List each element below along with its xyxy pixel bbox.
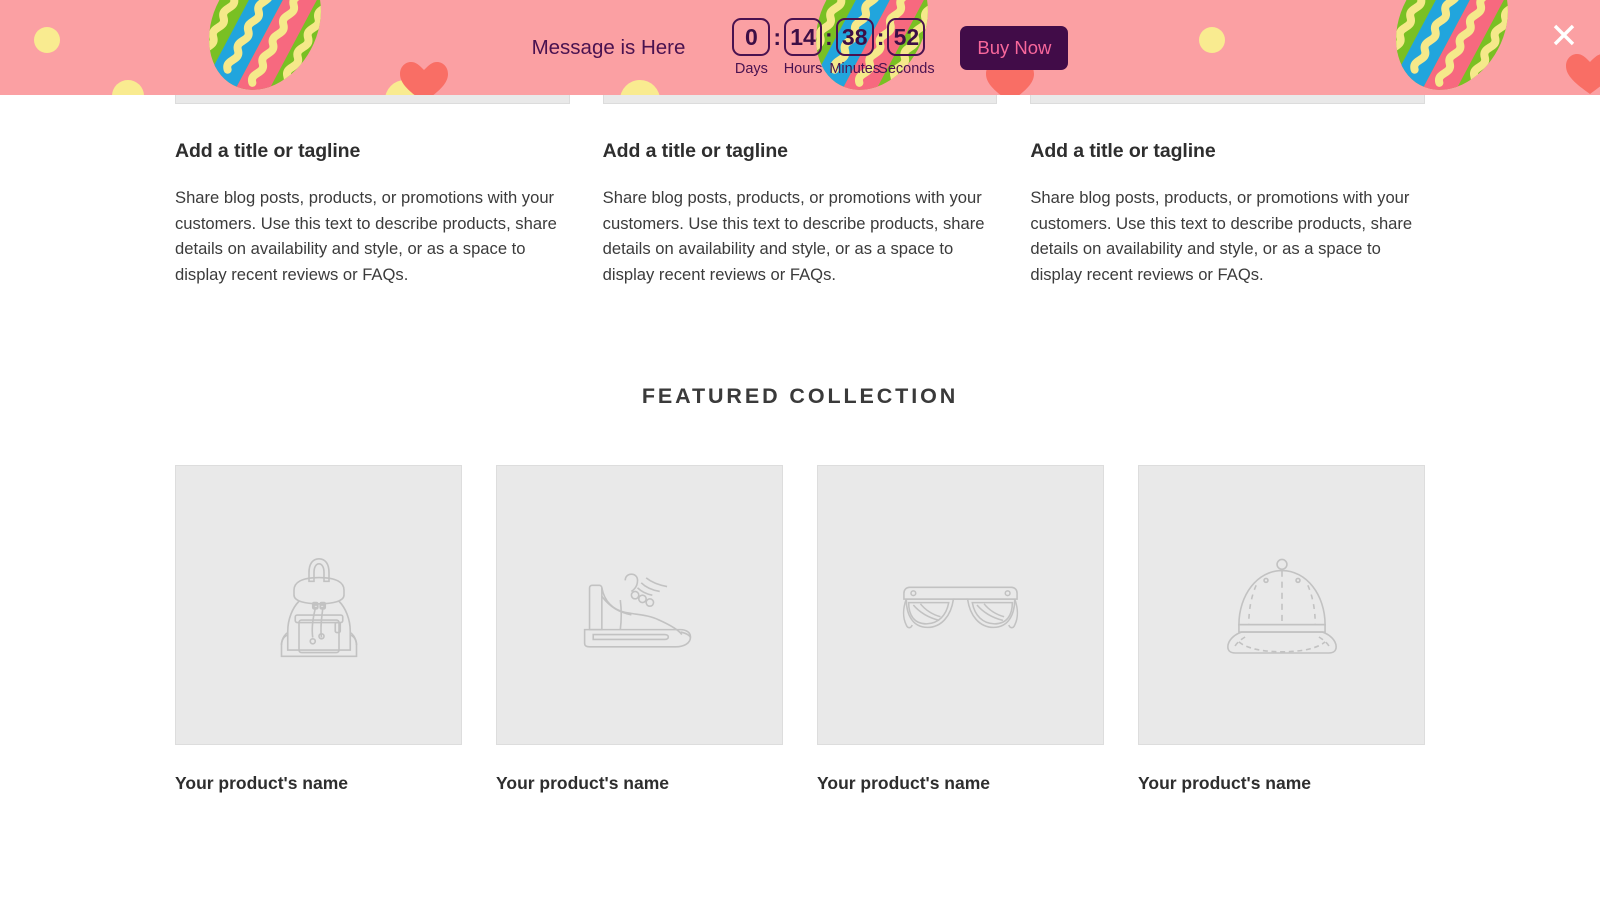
cap-icon xyxy=(1226,559,1337,655)
countdown-hours-label: Hours xyxy=(783,61,823,77)
column-body: Share blog posts, products, or promotion… xyxy=(175,188,557,284)
product-name: Your product's name xyxy=(175,773,349,794)
countdown-unit-seconds: 52 Seconds xyxy=(875,18,937,77)
eyeglasses-icon xyxy=(902,586,1019,629)
featured-collection-heading: Featured collection xyxy=(641,384,959,409)
sneaker-icon xyxy=(583,573,691,649)
product-grid: Your product's name Your product's name … xyxy=(175,465,1425,794)
countdown-banner: Message is Here 0 Days : 14 Hours : 38 M… xyxy=(0,0,1600,95)
countdown-seconds-value: 52 xyxy=(887,18,926,56)
countdown-days-label: Days xyxy=(734,61,768,77)
column-title: Add a title or tagline xyxy=(1030,140,1216,162)
column-title: Add a title or tagline xyxy=(602,140,788,162)
backpack-icon xyxy=(280,558,357,658)
column-body: Share blog posts, products, or promotion… xyxy=(1030,188,1413,284)
countdown-days-value: 0 xyxy=(732,18,771,56)
product-image[interactable] xyxy=(496,465,783,746)
product-name: Your product's name xyxy=(817,773,991,794)
column-body: Share blog posts, products, or promotion… xyxy=(602,188,985,284)
column-title: Add a title or tagline xyxy=(175,140,361,162)
featured-collection-section: Featured collection xyxy=(175,384,1425,794)
countdown-minutes-value: 38 xyxy=(835,18,874,56)
product-name: Your product's name xyxy=(496,773,670,794)
product-card[interactable]: Your product's name xyxy=(1138,465,1425,794)
product-image[interactable] xyxy=(817,465,1104,746)
buy-now-button[interactable]: Buy Now xyxy=(960,25,1069,70)
product-name: Your product's name xyxy=(1138,773,1312,794)
countdown-timer: 0 Days : 14 Hours : 38 Minutes : 52 Seco… xyxy=(720,18,937,77)
store-page: Add a title or tagline Share blog posts,… xyxy=(0,0,1600,900)
product-card[interactable]: Your product's name xyxy=(175,465,462,794)
product-card[interactable]: Your product's name xyxy=(817,465,1104,794)
countdown-seconds-label: Seconds xyxy=(878,61,935,77)
product-card[interactable]: Your product's name xyxy=(496,465,783,794)
close-icon-glyph xyxy=(1553,24,1575,46)
banner-content: Message is Here 0 Days : 14 Hours : 38 M… xyxy=(0,0,1600,95)
banner-message: Message is Here xyxy=(531,35,686,59)
countdown-minutes-label: Minutes xyxy=(829,61,881,77)
close-icon[interactable] xyxy=(1549,20,1579,50)
countdown-hours-value: 14 xyxy=(784,18,823,56)
product-image[interactable] xyxy=(175,465,462,746)
content-container: Add a title or tagline Share blog posts,… xyxy=(175,0,1426,794)
product-image[interactable] xyxy=(1138,465,1425,746)
